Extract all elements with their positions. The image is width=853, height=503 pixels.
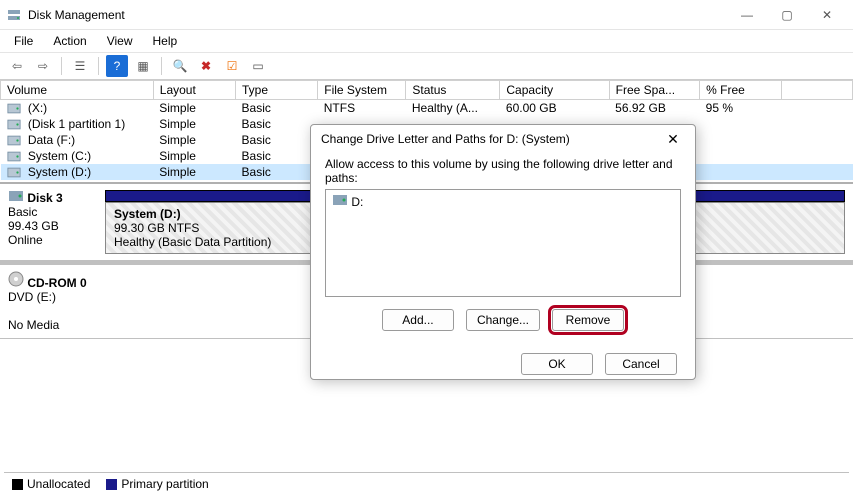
ok-button[interactable]: OK [521, 353, 593, 375]
drive-paths-list[interactable]: D: [325, 189, 681, 297]
minimize-button[interactable]: — [727, 1, 767, 29]
col-layout[interactable]: Layout [153, 81, 235, 100]
col-fs[interactable]: File System [318, 81, 406, 100]
col-status[interactable]: Status [406, 81, 500, 100]
delete-icon[interactable]: ✖ [195, 55, 217, 77]
menu-bar: File Action View Help [0, 30, 853, 52]
col-volume[interactable]: Volume [1, 81, 154, 100]
properties-icon[interactable]: ▭ [247, 55, 269, 77]
help-icon[interactable]: ? [106, 55, 128, 77]
dialog-close-button[interactable]: ✕ [661, 131, 685, 148]
separator [98, 57, 99, 75]
window-title: Disk Management [28, 8, 727, 22]
change-button[interactable]: Change... [466, 309, 540, 331]
separator [61, 57, 62, 75]
cdrom-state: No Media [8, 318, 59, 332]
nav-back-icon[interactable]: ⇦ [6, 55, 28, 77]
check-icon[interactable]: ☑ [221, 55, 243, 77]
legend-primary: Primary partition [121, 477, 208, 491]
swatch-primary [106, 479, 117, 490]
legend-unalloc: Unallocated [27, 477, 90, 491]
col-spacer[interactable] [782, 81, 853, 100]
disk-type: Basic [8, 205, 37, 219]
part-size: 99.30 GB NTFS [114, 221, 199, 235]
add-button[interactable]: Add... [382, 309, 454, 331]
col-capacity[interactable]: Capacity [500, 81, 609, 100]
disk-size: 99.43 GB [8, 219, 59, 233]
dialog-prompt: Allow access to this volume by using the… [325, 157, 681, 185]
col-pct[interactable]: % Free [700, 81, 782, 100]
drive-icon [332, 194, 348, 206]
change-drive-letter-dialog: Change Drive Letter and Paths for D: (Sy… [310, 124, 696, 380]
nav-forward-icon[interactable]: ⇨ [32, 55, 54, 77]
disk-label: Disk 3 [27, 191, 62, 205]
cancel-button[interactable]: Cancel [605, 353, 677, 375]
col-free[interactable]: Free Spa... [609, 81, 699, 100]
drive-entry-label: D: [351, 195, 363, 209]
cdrom-icon [8, 271, 24, 287]
search-icon[interactable]: 🔍 [169, 55, 191, 77]
menu-file[interactable]: File [4, 32, 43, 50]
grid-icon[interactable]: ▦ [132, 55, 154, 77]
cdrom-label: CD-ROM 0 [27, 276, 86, 290]
col-type[interactable]: Type [236, 81, 318, 100]
dialog-title: Change Drive Letter and Paths for D: (Sy… [321, 132, 661, 146]
window-titlebar: Disk Management — ▢ ✕ [0, 0, 853, 30]
legend: Unallocated Primary partition [4, 472, 849, 495]
remove-button[interactable]: Remove [552, 309, 624, 331]
part-status: Healthy (Basic Data Partition) [114, 235, 271, 249]
app-icon [6, 7, 22, 23]
volume-row[interactable]: (X:)SimpleBasicNTFSHealthy (A...60.00 GB… [1, 100, 853, 117]
menu-action[interactable]: Action [43, 32, 96, 50]
maximize-button[interactable]: ▢ [767, 1, 807, 29]
disk-state: Online [8, 233, 43, 247]
swatch-unallocated [12, 479, 23, 490]
hdd-icon [8, 190, 24, 202]
menu-view[interactable]: View [97, 32, 143, 50]
menu-help[interactable]: Help [143, 32, 188, 50]
cdrom-dev: DVD (E:) [8, 290, 56, 304]
view-list-icon[interactable]: ☰ [69, 55, 91, 77]
part-name: System (D:) [114, 207, 181, 221]
close-button[interactable]: ✕ [807, 1, 847, 29]
toolbar: ⇦ ⇨ ☰ ? ▦ 🔍 ✖ ☑ ▭ [0, 52, 853, 80]
separator [161, 57, 162, 75]
